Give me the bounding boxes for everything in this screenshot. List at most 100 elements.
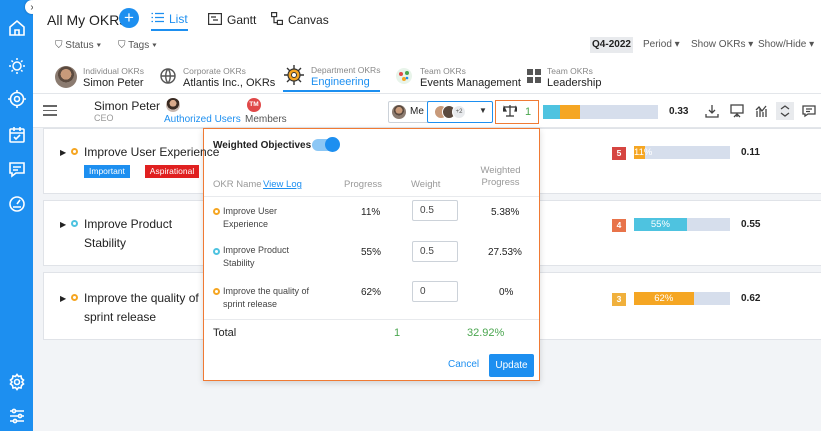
objective-title[interactable]: Improve User Experience bbox=[84, 143, 244, 162]
quarter-badge[interactable]: Q4-2022 bbox=[590, 37, 633, 53]
view-log-link[interactable]: View Log bbox=[263, 179, 302, 191]
tab-canvas[interactable]: Canvas bbox=[271, 9, 329, 31]
level-sub-label: Team OKRs bbox=[547, 66, 593, 76]
col-okr-name: OKR Name bbox=[213, 179, 262, 190]
owner-name: Simon Peter bbox=[94, 99, 161, 113]
list-icon bbox=[151, 12, 164, 26]
scale-icon bbox=[502, 104, 519, 120]
weight-input[interactable]: 0.5 bbox=[412, 241, 458, 262]
chart-icon[interactable] bbox=[754, 103, 770, 119]
show-hide-dropdown[interactable]: Show/Hide ▾ bbox=[758, 39, 814, 50]
objective-title[interactable]: Improve the quality of sprint release bbox=[84, 289, 204, 327]
show-okrs-dropdown[interactable]: Show OKRs ▾ bbox=[691, 39, 753, 50]
expand-caret-icon[interactable]: ▶ bbox=[60, 220, 66, 229]
col-progress: Progress bbox=[344, 179, 383, 190]
weighted-objectives-popup: Weighted Objectives OKR Name View Log Pr… bbox=[203, 128, 540, 381]
status-dot bbox=[213, 248, 220, 255]
calendar-check-icon[interactable] bbox=[6, 124, 27, 145]
status-dot bbox=[71, 294, 78, 301]
me-avatar bbox=[392, 105, 406, 119]
page-title: All My OKRs bbox=[47, 12, 127, 28]
chat-icon[interactable] bbox=[6, 158, 27, 179]
authorized-avatar bbox=[166, 98, 180, 112]
divider bbox=[204, 196, 539, 197]
popup-row-name: Improve the quality of sprint release bbox=[223, 286, 310, 309]
members-avatar: TM bbox=[247, 98, 261, 112]
objective-title[interactable]: Improve Product Stability bbox=[84, 215, 204, 253]
bulb-icon[interactable] bbox=[6, 55, 27, 76]
level-tab-events[interactable]: Team OKRs Events Management bbox=[394, 62, 521, 92]
members-link[interactable]: Members bbox=[245, 114, 287, 125]
level-sub-label: Individual OKRs bbox=[83, 66, 144, 76]
expand-caret-icon[interactable]: ▶ bbox=[60, 148, 66, 157]
presentation-icon[interactable] bbox=[729, 103, 745, 119]
key-result-count-badge: 3 bbox=[612, 293, 626, 306]
period-dropdown[interactable]: Period ▾ bbox=[643, 39, 680, 50]
progress-bar: 11% bbox=[634, 146, 730, 159]
authorized-users-link[interactable]: Authorized Users bbox=[164, 114, 241, 125]
expand-collapse-icon[interactable] bbox=[776, 102, 794, 120]
col-weight: Weight bbox=[411, 179, 441, 190]
popup-row-weighted: 27.53% bbox=[488, 247, 522, 258]
popup-row-weighted: 0% bbox=[499, 287, 514, 298]
show-hide-label: Show/Hide bbox=[758, 39, 807, 50]
level-main-label: Events Management bbox=[420, 77, 521, 89]
tab-gantt[interactable]: Gantt bbox=[208, 9, 256, 31]
people-filter[interactable]: +2 ▼ bbox=[427, 101, 493, 123]
weighted-objectives-button[interactable]: 1 bbox=[495, 100, 539, 124]
dashboard-icon[interactable] bbox=[6, 193, 27, 214]
home-icon[interactable] bbox=[6, 17, 27, 38]
show-okrs-label: Show OKRs bbox=[691, 39, 746, 50]
popup-row-progress: 11% bbox=[361, 207, 381, 218]
level-tab-corporate[interactable]: Corporate OKRs Atlantis Inc., OKRs bbox=[159, 62, 275, 92]
level-tab-department[interactable]: Department OKRs Engineering bbox=[283, 62, 381, 92]
status-dot bbox=[71, 148, 78, 155]
tab-list-label: List bbox=[169, 12, 188, 26]
owner-avatar bbox=[67, 100, 89, 122]
level-sub-label: Team OKRs bbox=[420, 66, 466, 76]
progress-value: 0.11 bbox=[741, 147, 760, 158]
level-tab-leadership[interactable]: Team OKRs Leadership bbox=[527, 62, 601, 92]
divider bbox=[204, 319, 539, 320]
overall-progress-bar bbox=[543, 105, 658, 119]
progress-segment bbox=[543, 105, 561, 119]
weight-input[interactable]: 0 bbox=[412, 281, 458, 302]
comment-icon[interactable] bbox=[801, 103, 817, 119]
status-filter[interactable]: ⛉ Status ▾ bbox=[55, 40, 101, 51]
owner-title: CEO bbox=[94, 113, 114, 123]
target-icon[interactable] bbox=[6, 88, 27, 109]
period-label: Period bbox=[643, 39, 672, 50]
status-dot bbox=[71, 220, 78, 227]
cancel-button[interactable]: Cancel bbox=[448, 359, 479, 370]
tags-filter[interactable]: ⛉ Tags ▾ bbox=[118, 40, 157, 51]
key-result-count-badge: 4 bbox=[612, 219, 626, 232]
weighted-toggle[interactable] bbox=[312, 137, 340, 152]
tag-badge: Important bbox=[84, 165, 130, 178]
add-okr-button[interactable]: + bbox=[119, 8, 139, 28]
tab-list[interactable]: List bbox=[151, 9, 188, 31]
menu-icon[interactable] bbox=[43, 105, 57, 119]
filter-icon: ⛉ bbox=[118, 40, 126, 51]
total-label: Total bbox=[213, 327, 237, 339]
sidebar: › bbox=[0, 0, 39, 431]
download-icon[interactable] bbox=[704, 103, 720, 119]
weight-input[interactable]: 0.5 bbox=[412, 200, 458, 221]
popup-row-weighted: 5.38% bbox=[491, 207, 520, 218]
toggle-knob bbox=[325, 137, 340, 152]
status-dot bbox=[213, 288, 220, 295]
progress-fill: 11% bbox=[634, 146, 653, 159]
level-sub-label: Corporate OKRs bbox=[183, 66, 246, 76]
popup-row-progress: 55% bbox=[361, 247, 382, 258]
sliders-icon[interactable] bbox=[6, 405, 27, 426]
update-button[interactable]: Update bbox=[489, 354, 534, 377]
filter-icon: ⛉ bbox=[55, 40, 63, 51]
expand-caret-icon[interactable]: ▶ bbox=[60, 294, 66, 303]
progress-bar: 55% bbox=[634, 218, 730, 231]
total-weighted-progress: 32.92% bbox=[467, 327, 505, 339]
progress-fill: 62% bbox=[634, 292, 694, 305]
level-main-label: Leadership bbox=[547, 77, 602, 89]
progress-bar: 62% bbox=[634, 292, 730, 305]
level-tab-individual[interactable]: Individual OKRs Simon Peter bbox=[55, 62, 144, 92]
col-weighted-progress: Weighted Progress bbox=[480, 165, 521, 188]
settings-icon[interactable] bbox=[6, 371, 27, 392]
